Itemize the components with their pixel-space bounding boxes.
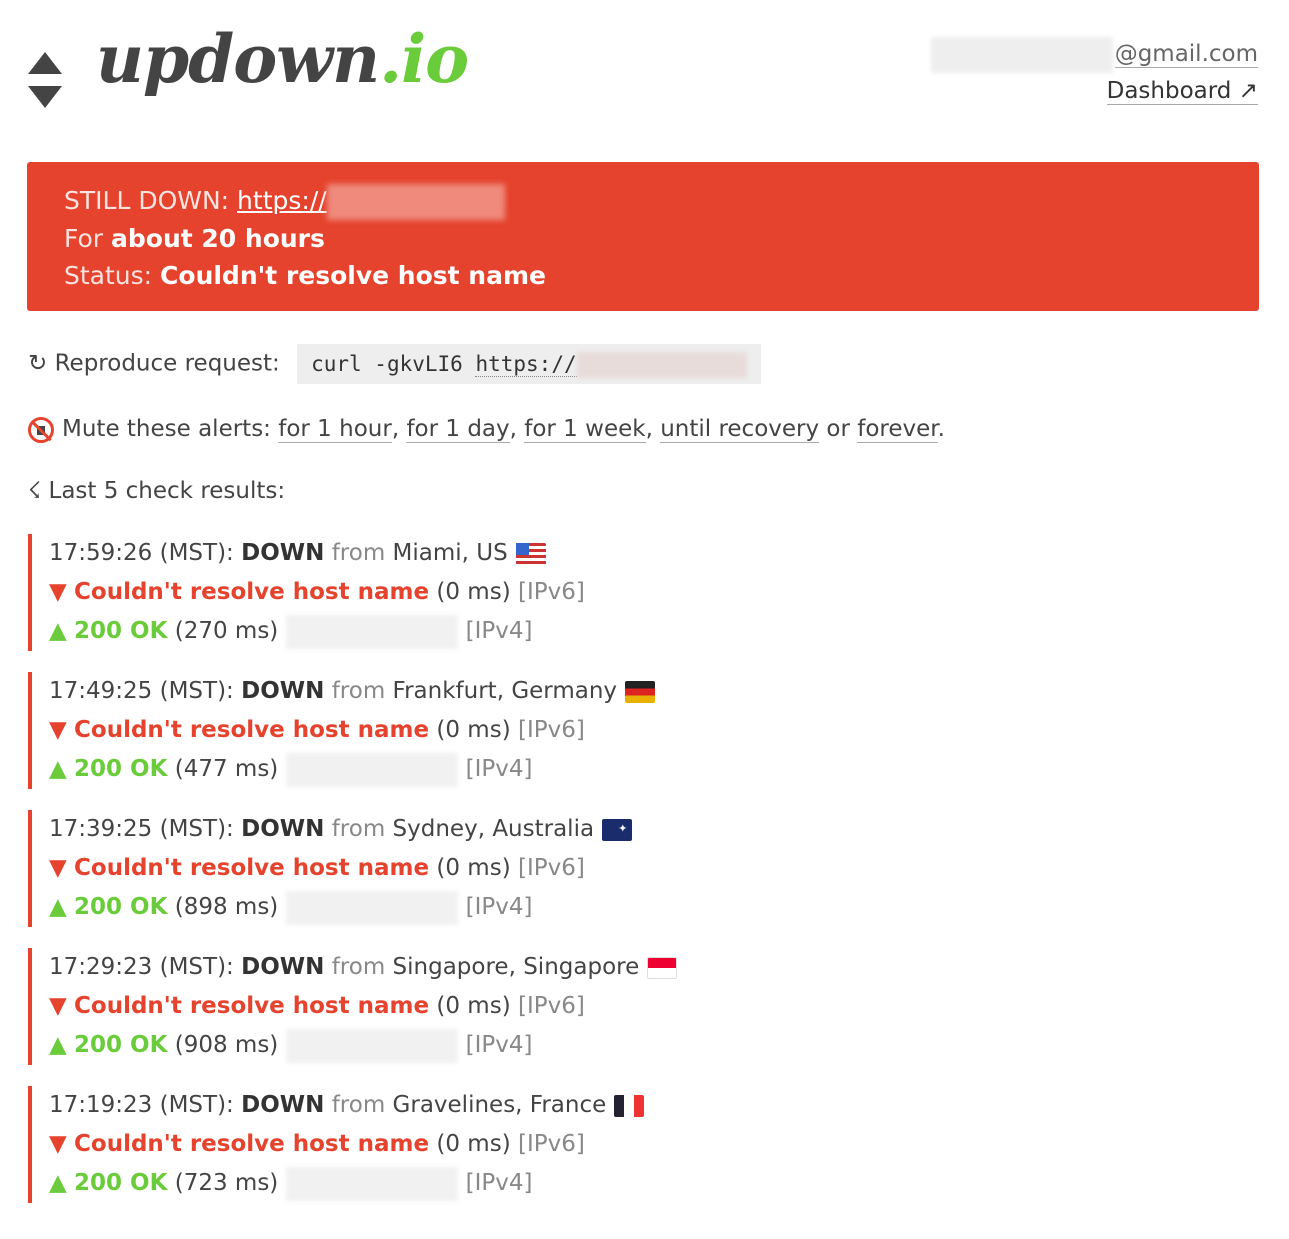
check-time: 17:19:23 (MST): bbox=[49, 1092, 234, 1118]
reproduce-label: Reproduce request: bbox=[54, 350, 280, 377]
check-location: Gravelines, France bbox=[392, 1092, 607, 1118]
ipv4-status: 200 OK bbox=[74, 894, 168, 920]
down-arrow-icon: ▼ bbox=[49, 855, 67, 881]
check-state: DOWN bbox=[241, 816, 325, 842]
ipv4-tag: [IPv4] bbox=[465, 618, 533, 644]
singapore-flag-icon bbox=[647, 956, 678, 979]
germany-flag-icon bbox=[625, 680, 656, 703]
ipv6-error: Couldn't resolve host name bbox=[74, 717, 430, 743]
down-arrow-icon: ▼ bbox=[49, 993, 67, 1019]
redacted-ip bbox=[285, 752, 458, 787]
down-arrow-icon: ▼ bbox=[49, 579, 67, 605]
alert-banner: STILL DOWN: https:// For about 20 hours … bbox=[27, 162, 1259, 311]
up-arrow-icon: ▲ bbox=[49, 1170, 67, 1196]
check-result: 17:19:23 (MST): DOWN from Gravelines, Fr… bbox=[28, 1086, 949, 1203]
ipv4-tag: [IPv4] bbox=[465, 1170, 533, 1196]
check-time: 17:39:25 (MST): bbox=[49, 816, 234, 842]
refresh-icon: ↻ bbox=[28, 350, 48, 377]
status-label: Status: bbox=[64, 261, 153, 290]
redacted-ip bbox=[285, 614, 458, 649]
up-arrow-icon: ▲ bbox=[49, 618, 67, 644]
up-arrow-icon: ▲ bbox=[49, 1032, 67, 1058]
check-results-list: 17:59:26 (MST): DOWN from Miami, US ▼ Co… bbox=[28, 534, 949, 1224]
mute-alerts: Mute these alerts: for 1 hour, for 1 day… bbox=[28, 411, 945, 447]
ipv6-tag: [IPv6] bbox=[517, 579, 585, 605]
curl-command[interactable]: curl -gkvLI6 https:// bbox=[297, 344, 761, 384]
check-time: 17:29:23 (MST): bbox=[49, 954, 234, 980]
account-menu: @gmail.com Dashboard ↗ bbox=[930, 36, 1258, 110]
check-result: 17:49:25 (MST): DOWN from Frankfurt, Ger… bbox=[28, 672, 949, 789]
check-location: Singapore, Singapore bbox=[392, 954, 640, 980]
down-arrow-icon: ▼ bbox=[49, 717, 67, 743]
redacted-email bbox=[930, 36, 1113, 73]
last-results-heading: ☇ Last 5 check results: bbox=[28, 473, 285, 509]
duration-value: about 20 hours bbox=[111, 224, 325, 253]
ipv6-error: Couldn't resolve host name bbox=[74, 993, 430, 1019]
lightning-icon: ☇ bbox=[28, 478, 42, 504]
up-arrow-icon: ▲ bbox=[49, 894, 67, 920]
check-state: DOWN bbox=[241, 540, 325, 566]
australia-flag-icon bbox=[602, 818, 633, 841]
ipv6-tag: [IPv6] bbox=[517, 717, 585, 743]
logo-text: updown.io bbox=[96, 20, 469, 98]
check-state: DOWN bbox=[241, 954, 325, 980]
status-value: Couldn't resolve host name bbox=[160, 261, 546, 290]
email-link[interactable]: @gmail.com bbox=[1114, 41, 1258, 68]
logo[interactable]: updown.io bbox=[28, 14, 469, 108]
ipv6-tag: [IPv6] bbox=[517, 855, 585, 881]
duration-label: For bbox=[64, 224, 104, 253]
ipv6-tag: [IPv6] bbox=[517, 1131, 585, 1157]
us-flag-icon bbox=[515, 542, 546, 565]
ipv4-tag: [IPv4] bbox=[465, 1032, 533, 1058]
redacted-ip bbox=[285, 1028, 458, 1063]
check-time: 17:49:25 (MST): bbox=[49, 678, 234, 704]
check-result: 17:29:23 (MST): DOWN from Singapore, Sin… bbox=[28, 948, 949, 1065]
reproduce-request: ↻ Reproduce request: curl -gkvLI6 https:… bbox=[28, 344, 761, 384]
ipv6-tag: [IPv6] bbox=[517, 993, 585, 1019]
check-state: DOWN bbox=[241, 678, 325, 704]
alert-status-prefix: STILL DOWN: bbox=[64, 186, 230, 215]
updown-arrows-icon bbox=[28, 28, 62, 108]
check-time: 17:59:26 (MST): bbox=[49, 540, 234, 566]
last-results-label: Last 5 check results: bbox=[48, 478, 286, 504]
mute-1-day-link[interactable]: for 1 day bbox=[406, 416, 510, 443]
dashboard-link[interactable]: Dashboard ↗ bbox=[1106, 78, 1258, 105]
check-result: 17:59:26 (MST): DOWN from Miami, US ▼ Co… bbox=[28, 534, 949, 651]
up-arrow-icon: ▲ bbox=[49, 756, 67, 782]
alert-url-link[interactable]: https:// bbox=[237, 184, 505, 220]
ipv4-status: 200 OK bbox=[74, 1170, 168, 1196]
ipv4-tag: [IPv4] bbox=[465, 894, 533, 920]
redacted-ip bbox=[285, 890, 458, 925]
mute-label: Mute these alerts: bbox=[62, 416, 271, 442]
ipv6-error: Couldn't resolve host name bbox=[74, 579, 430, 605]
france-flag-icon bbox=[614, 1094, 645, 1117]
check-location: Miami, US bbox=[392, 540, 508, 566]
check-result: 17:39:25 (MST): DOWN from Sydney, Austra… bbox=[28, 810, 949, 927]
mute-icon bbox=[28, 416, 54, 443]
ipv4-status: 200 OK bbox=[74, 618, 168, 644]
mute-1-hour-link[interactable]: for 1 hour bbox=[278, 416, 392, 443]
mute-until-recovery-link[interactable]: until recovery bbox=[660, 416, 820, 443]
redacted-command-url bbox=[576, 352, 747, 378]
check-location: Sydney, Australia bbox=[392, 816, 595, 842]
ipv4-status: 200 OK bbox=[74, 756, 168, 782]
down-arrow-icon: ▼ bbox=[49, 1131, 67, 1157]
check-location: Frankfurt, Germany bbox=[392, 678, 618, 704]
ipv6-error: Couldn't resolve host name bbox=[74, 855, 430, 881]
mute-1-week-link[interactable]: for 1 week bbox=[524, 416, 646, 443]
check-state: DOWN bbox=[241, 1092, 325, 1118]
redacted-url bbox=[326, 184, 505, 220]
ipv4-tag: [IPv4] bbox=[465, 756, 533, 782]
mute-forever-link[interactable]: forever bbox=[857, 416, 938, 443]
ipv6-error: Couldn't resolve host name bbox=[74, 1131, 430, 1157]
redacted-ip bbox=[285, 1166, 458, 1201]
ipv4-status: 200 OK bbox=[74, 1032, 168, 1058]
